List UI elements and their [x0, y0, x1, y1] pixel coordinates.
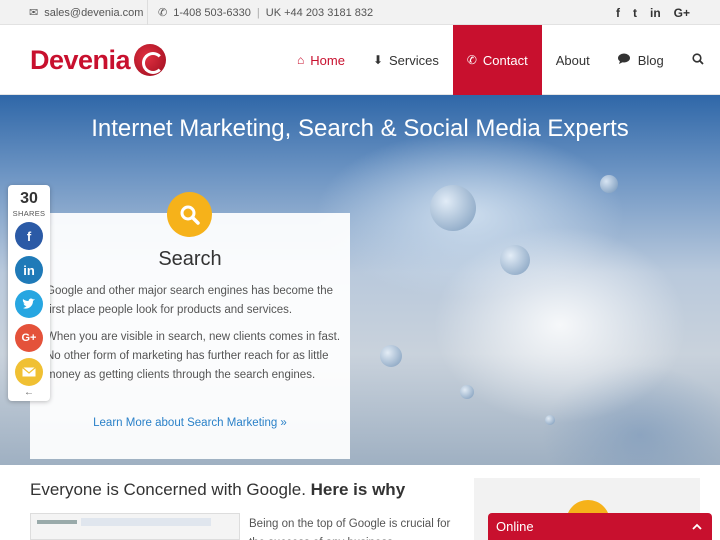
heading-bold: Here is why	[310, 480, 406, 499]
water-drop	[600, 175, 618, 193]
hero-title: Internet Marketing, Search & Social Medi…	[91, 115, 629, 142]
nav-contact-label: Contact	[482, 52, 528, 68]
linkedin-share-icon[interactable]: in	[15, 256, 43, 284]
nav-home[interactable]: ⌂ Home	[283, 25, 359, 95]
google-plus-icon[interactable]: G+	[674, 6, 690, 20]
nav-services-label: Services	[389, 52, 439, 68]
logo-text: Devenia	[30, 44, 131, 75]
water-drop	[460, 385, 474, 399]
main-nav: ⌂ Home ⬇ Services ✆ Contact About Blog	[283, 25, 718, 95]
email-share-icon[interactable]	[15, 358, 43, 386]
site-header: Devenia ⌂ Home ⬇ Services ✆ Contact Abou…	[0, 25, 720, 95]
nav-about-label: About	[555, 52, 590, 68]
learn-more-link[interactable]: Learn More about Search Marketing »	[30, 417, 350, 429]
phone-separator: |	[256, 6, 260, 19]
twitter-icon[interactable]: t	[633, 6, 637, 20]
nav-home-label: Home	[310, 52, 345, 68]
logo-mark-icon	[134, 44, 167, 76]
arrow-down-icon: ⬇	[372, 53, 383, 67]
search-card: Search Google and other major search eng…	[30, 192, 350, 459]
phone-icon: ✆	[158, 7, 168, 19]
nav-services[interactable]: ⬇ Services	[359, 25, 453, 95]
search-icon	[167, 192, 212, 237]
water-drop	[380, 345, 402, 367]
water-drop	[430, 185, 476, 231]
logo[interactable]: Devenia	[30, 42, 167, 78]
share-label: SHARES	[12, 209, 46, 218]
phone-us-text: 1-408 503-6330	[173, 6, 251, 19]
nav-blog-label: Blog	[637, 52, 664, 68]
card-title: Search	[158, 248, 222, 270]
social-links: f t in G+	[616, 0, 690, 25]
envelope-icon: ✉	[29, 7, 39, 19]
phone-icon: ✆	[466, 53, 477, 67]
divider	[147, 0, 148, 25]
email-text: sales@devenia.com	[44, 6, 144, 19]
heading-plain: Everyone is Concerned with Google.	[30, 480, 311, 499]
hero-banner: Internet Marketing, Search & Social Medi…	[0, 95, 720, 465]
nav-blog[interactable]: Blog	[604, 25, 678, 95]
home-icon: ⌂	[297, 53, 305, 67]
water-drop	[545, 415, 555, 425]
water-drop	[500, 245, 530, 275]
card-paragraph-2: When you are visible in search, new clie…	[46, 331, 341, 381]
share-count: 30	[20, 190, 38, 207]
card-paragraph-1: Google and other major search engines ha…	[46, 285, 334, 316]
email-contact[interactable]: ✉ sales@devenia.com	[29, 0, 143, 25]
search-icon	[692, 52, 704, 68]
facebook-share-icon[interactable]: f	[15, 222, 43, 250]
chat-label: Online	[496, 519, 534, 534]
section-text: Being on the top of Google is crucial fo…	[249, 518, 451, 540]
facebook-icon[interactable]: f	[616, 6, 620, 20]
google-screenshot-image	[30, 513, 240, 540]
phone-contact[interactable]: ✆ 1-408 503-6330 | UK +44 203 3181 832	[158, 0, 373, 25]
twitter-share-icon[interactable]	[15, 290, 43, 318]
chat-widget[interactable]: Online	[488, 513, 712, 540]
nav-contact[interactable]: ✆ Contact	[452, 25, 542, 95]
section-heading: Everyone is Concerned with Google. Here …	[30, 480, 405, 500]
linkedin-icon[interactable]: in	[650, 6, 661, 20]
google-plus-share-icon[interactable]: G+	[15, 324, 43, 352]
share-bar: 30 SHARES f in G+ ←	[8, 185, 50, 401]
chevron-up-icon	[692, 521, 702, 533]
top-bar: ✉ sales@devenia.com ✆ 1-408 503-6330 | U…	[0, 0, 720, 25]
nav-search[interactable]	[678, 25, 718, 95]
comments-icon	[617, 53, 632, 68]
phone-uk-text: UK +44 203 3181 832	[265, 6, 374, 19]
collapse-arrow-icon[interactable]: ←	[8, 387, 50, 398]
nav-about[interactable]: About	[542, 25, 604, 95]
